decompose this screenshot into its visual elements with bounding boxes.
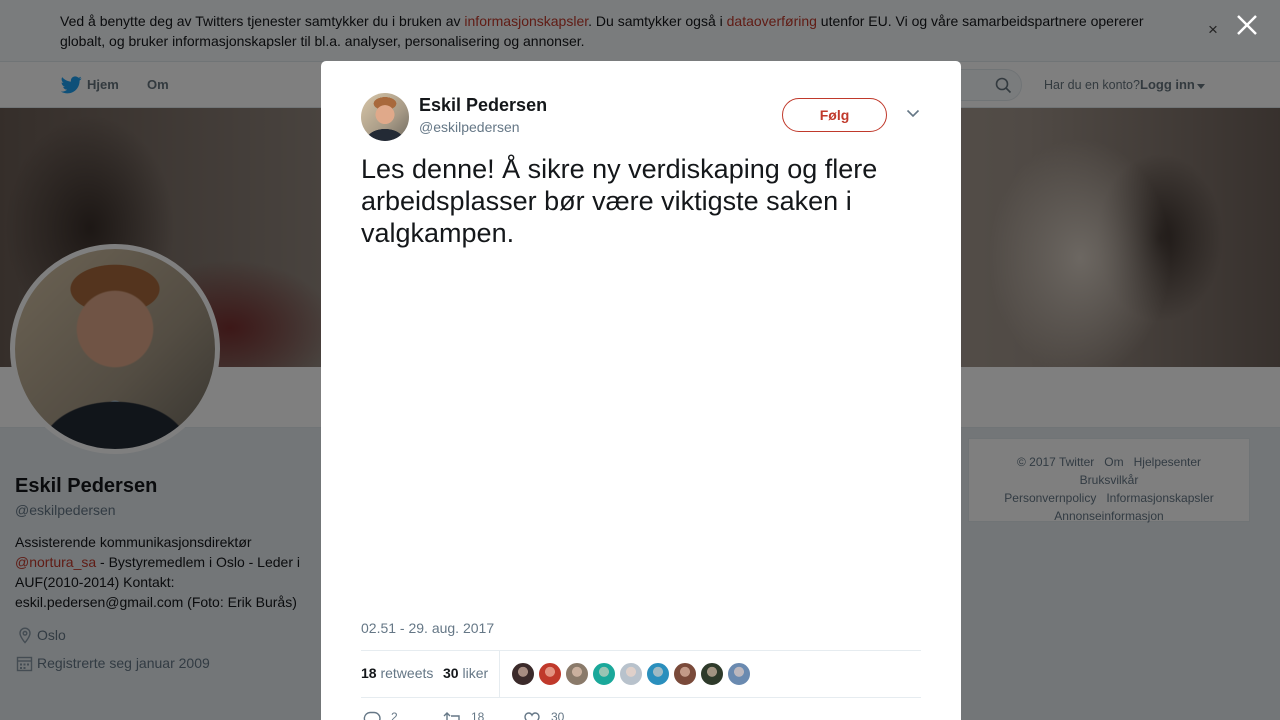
reply-icon[interactable] xyxy=(363,711,381,720)
liker-avatars xyxy=(511,662,754,686)
retweet-action-count: 18 xyxy=(471,710,485,720)
tweet-text: Les denne! Å sikre ny verdiskaping og fl… xyxy=(361,154,878,248)
heart-icon[interactable] xyxy=(523,711,541,720)
likes-stat[interactable]: 30 liker xyxy=(443,665,488,681)
chevron-down-icon[interactable] xyxy=(906,109,920,118)
reply-count: 2 xyxy=(391,710,398,720)
liker-avatar[interactable] xyxy=(565,662,589,686)
stats-divider xyxy=(499,651,500,697)
tweet-author-avatar[interactable] xyxy=(361,93,409,141)
liker-avatar[interactable] xyxy=(700,662,724,686)
retweet-icon[interactable] xyxy=(443,711,463,720)
retweets-label: retweets xyxy=(380,665,434,681)
close-icon[interactable] xyxy=(1234,12,1260,38)
retweets-count: 18 xyxy=(361,665,377,681)
tweet-actions: 2 18 30 xyxy=(361,707,921,720)
tweet-timestamp[interactable]: 02.51 - 29. aug. 2017 xyxy=(361,620,494,636)
liker-avatar[interactable] xyxy=(727,662,751,686)
liker-avatar[interactable] xyxy=(592,662,616,686)
retweets-stat[interactable]: 18 retweets xyxy=(361,665,433,681)
follow-button[interactable]: Følg xyxy=(782,98,887,132)
like-action-count: 30 xyxy=(551,710,565,720)
liker-avatar[interactable] xyxy=(619,662,643,686)
tweet-stats: 18 retweets 30 liker xyxy=(361,650,921,698)
liker-avatar[interactable] xyxy=(646,662,670,686)
tweet-author-name[interactable]: Eskil Pedersen xyxy=(419,95,547,116)
liker-avatar[interactable] xyxy=(538,662,562,686)
liker-avatar[interactable] xyxy=(673,662,697,686)
likes-label: liker xyxy=(462,665,489,681)
likes-count: 30 xyxy=(443,665,459,681)
tweet-author-handle[interactable]: @eskilpedersen xyxy=(419,119,520,135)
tweet-permalink-modal: Eskil Pedersen @eskilpedersen Følg Les d… xyxy=(321,61,961,720)
liker-avatar[interactable] xyxy=(511,662,535,686)
